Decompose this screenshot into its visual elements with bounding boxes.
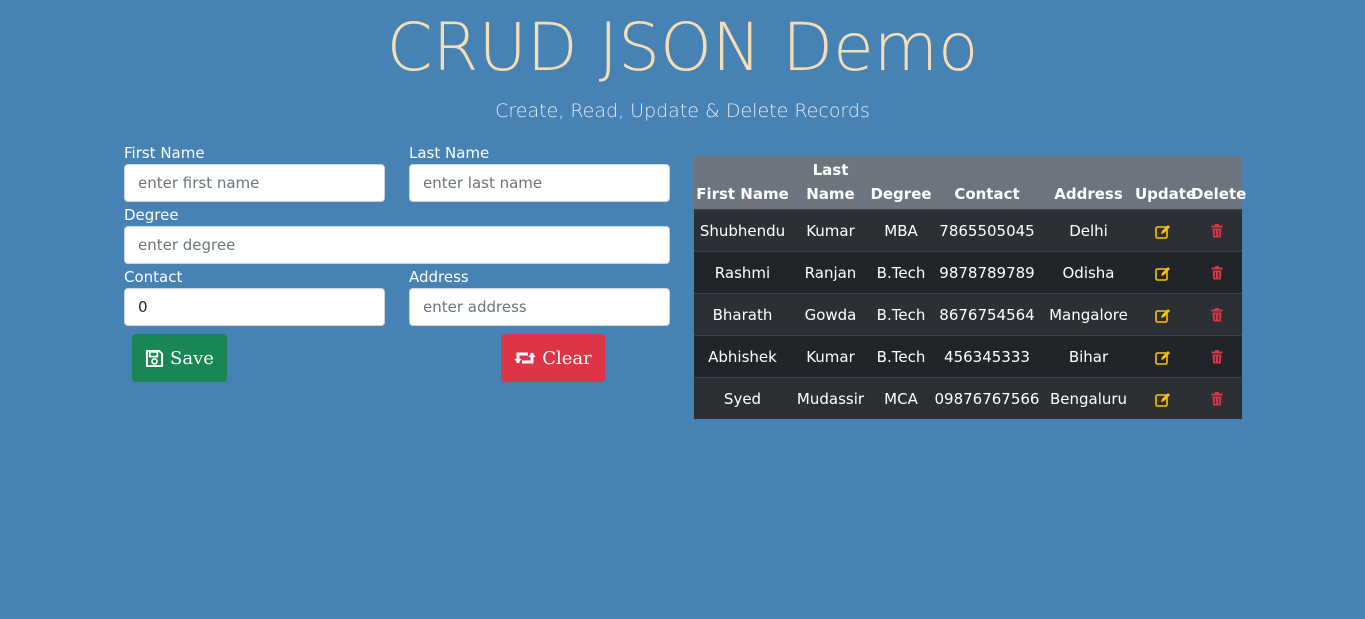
address-input[interactable]	[409, 288, 670, 326]
trash-icon[interactable]	[1211, 348, 1223, 366]
floppy-disk-icon	[145, 349, 164, 368]
cell-update	[1135, 251, 1191, 294]
cell-delete	[1191, 293, 1242, 336]
cell-delete	[1191, 377, 1242, 419]
table-row: Abhishek Kumar B.Tech 456345333 Bihar	[694, 335, 1242, 378]
cell-degree: MBA	[870, 209, 932, 252]
cell-first-name: Bharath	[694, 293, 791, 336]
column-header-first-name: First Name	[696, 185, 789, 203]
cell-delete	[1191, 251, 1242, 294]
trash-icon[interactable]	[1211, 222, 1223, 240]
cell-degree: B.Tech	[870, 293, 932, 336]
column-header-delete: Delete	[1191, 185, 1247, 203]
table-row: Bharath Gowda B.Tech 8676754564 Mangalor…	[694, 293, 1242, 336]
cell-delete	[1191, 335, 1242, 378]
cell-first-name: Abhishek	[694, 335, 791, 378]
column-header-update: Update	[1135, 185, 1197, 203]
edit-icon[interactable]	[1155, 348, 1171, 366]
trash-icon[interactable]	[1211, 306, 1223, 324]
trash-icon[interactable]	[1211, 390, 1223, 408]
cell-first-name: Shubhendu	[694, 209, 791, 252]
cell-last-name: Ranjan	[791, 251, 870, 294]
cell-degree: B.Tech	[870, 335, 932, 378]
cell-address: Bengaluru	[1042, 377, 1135, 419]
cell-first-name: Rashmi	[694, 251, 791, 294]
contact-input[interactable]	[124, 288, 385, 326]
cell-delete	[1191, 209, 1242, 252]
edit-icon[interactable]	[1155, 390, 1171, 408]
column-header-address: Address	[1054, 185, 1123, 203]
cell-address: Mangalore	[1042, 293, 1135, 336]
save-button-label: Save	[170, 347, 214, 369]
retweet-icon	[514, 350, 536, 366]
clear-button-label: Clear	[542, 347, 592, 369]
cell-last-name: Kumar	[791, 335, 870, 378]
cell-contact: 8676754564	[932, 293, 1042, 336]
degree-input[interactable]	[124, 226, 670, 264]
page-subtitle: Create, Read, Update & Delete Records	[495, 100, 870, 122]
page-title: CRUD JSON Demo	[386, 9, 979, 86]
contact-label: Contact	[124, 268, 183, 286]
column-header-contact: Contact	[954, 185, 1020, 203]
last-name-label: Last Name	[409, 144, 490, 162]
edit-icon[interactable]	[1155, 264, 1171, 282]
cell-degree: B.Tech	[870, 251, 932, 294]
degree-label: Degree	[124, 206, 179, 224]
table-row: Syed Mudassir MCA 09876767566 Bengaluru	[694, 377, 1242, 419]
cell-address: Delhi	[1042, 209, 1135, 252]
table-row: Shubhendu Kumar MBA 7865505045 Delhi	[694, 209, 1242, 252]
table-header-row: First Name Last Name Degree Contact Addr…	[694, 156, 1247, 210]
cell-contact: 9878789789	[932, 251, 1042, 294]
address-label: Address	[409, 268, 469, 286]
cell-last-name: Mudassir	[791, 377, 870, 419]
clear-button[interactable]: Clear	[501, 334, 605, 382]
first-name-input[interactable]	[124, 164, 385, 202]
trash-icon[interactable]	[1211, 264, 1223, 282]
cell-address: Odisha	[1042, 251, 1135, 294]
cell-address: Bihar	[1042, 335, 1135, 378]
cell-update	[1135, 335, 1191, 378]
last-name-input[interactable]	[409, 164, 670, 202]
cell-degree: MCA	[870, 377, 932, 419]
edit-icon[interactable]	[1155, 222, 1171, 240]
cell-update	[1135, 377, 1191, 419]
cell-update	[1135, 293, 1191, 336]
save-button[interactable]: Save	[132, 334, 227, 382]
edit-icon[interactable]	[1155, 306, 1171, 324]
cell-contact: 09876767566	[932, 377, 1042, 419]
cell-update	[1135, 209, 1191, 252]
cell-last-name: Gowda	[791, 293, 870, 336]
records-table: First Name Last Name Degree Contact Addr…	[694, 156, 1247, 419]
cell-contact: 456345333	[932, 335, 1042, 378]
cell-contact: 7865505045	[932, 209, 1042, 252]
cell-last-name: Kumar	[791, 209, 870, 252]
column-header-degree: Degree	[870, 185, 932, 203]
first-name-label: First Name	[124, 144, 205, 162]
cell-first-name: Syed	[694, 377, 791, 419]
table-row: Rashmi Ranjan B.Tech 9878789789 Odisha	[694, 251, 1242, 294]
column-header-last-name: Last Name	[806, 161, 855, 203]
